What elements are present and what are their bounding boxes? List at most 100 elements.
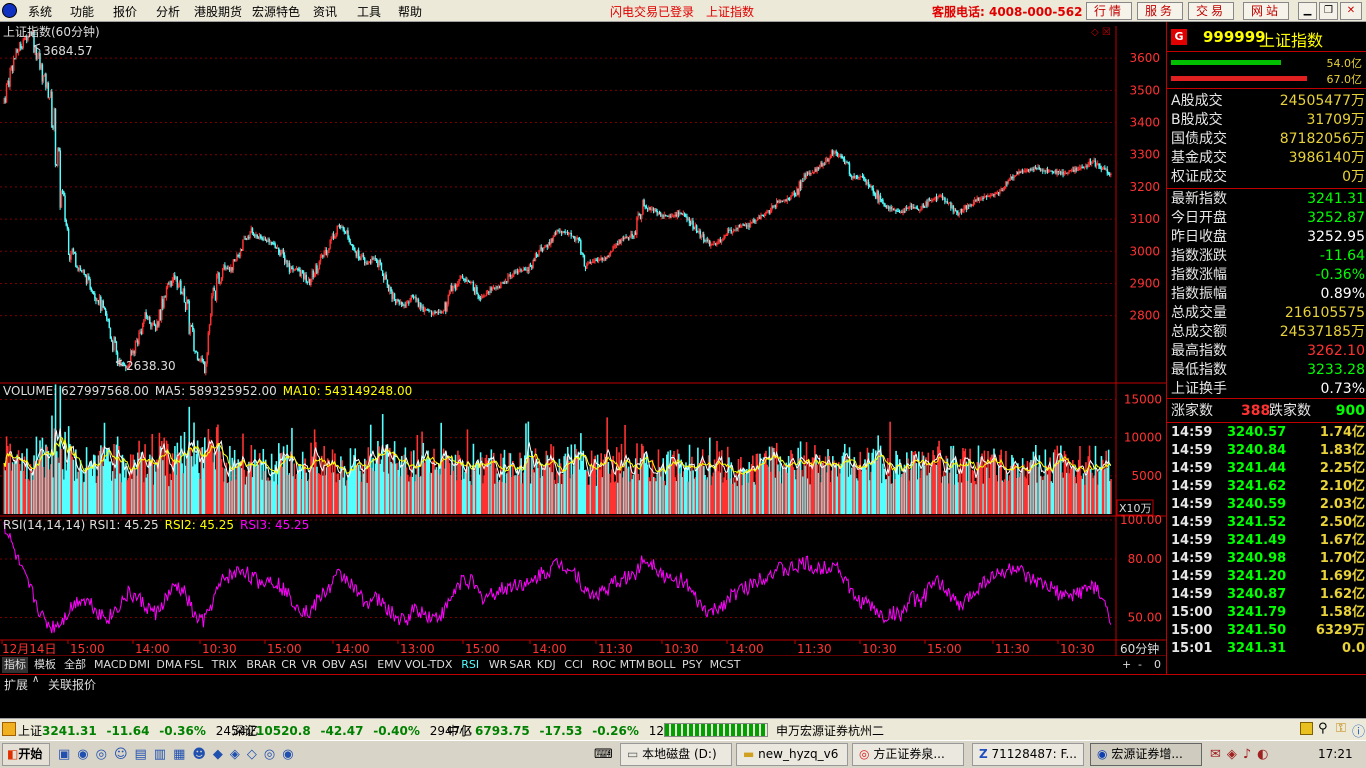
- indicator-tab-vr[interactable]: VR: [300, 657, 319, 673]
- tick-row[interactable]: 15:00 3241.50 6329万: [1171, 622, 1365, 640]
- task-local-disk[interactable]: ▭ 本地磁盘 (D:): [620, 743, 732, 766]
- task-fangzheng[interactable]: ◎ 方正证券泉...: [852, 743, 964, 766]
- tick-volume: 1.70亿: [1319, 551, 1365, 566]
- indicator-tab-psy[interactable]: PSY: [680, 657, 704, 673]
- tick-price: 3240.98: [1227, 551, 1287, 566]
- chart-option-icon[interactable]: ◇ ☒: [1091, 27, 1111, 38]
- indicator-tab-cr[interactable]: CR: [279, 657, 298, 673]
- chart-area[interactable]: 3600 3500 3400 3300 3200 3100 3000 2900 2800 1500…: [0, 22, 1166, 674]
- indicator-tab-boll[interactable]: BOLL: [645, 657, 677, 673]
- indicator-tab-brar[interactable]: BRAR: [244, 657, 278, 673]
- tick-row[interactable]: 14:59 3241.44 2.25亿: [1171, 460, 1365, 478]
- indicator-tab-mtm[interactable]: MTM: [618, 657, 648, 673]
- candle-body: [959, 208, 962, 213]
- menu-news[interactable]: 资讯: [313, 3, 337, 20]
- tray-icons[interactable]: ✉◈♪◐: [1210, 747, 1275, 762]
- tick-row[interactable]: 14:59 3241.49 1.67亿: [1171, 532, 1365, 550]
- zoom-in-icon[interactable]: +: [1122, 658, 1131, 671]
- tick-row[interactable]: 14:59 3240.87 1.62亿: [1171, 586, 1365, 604]
- tick-row[interactable]: 15:00 3241.79 1.58亿: [1171, 604, 1365, 622]
- info-icon[interactable]: ⓘ: [1352, 721, 1365, 740]
- quick-launch-icons[interactable]: ▣◉◎☺▤▥▦☻◆◈◇◎◉: [58, 747, 301, 762]
- candle-body: [362, 255, 365, 258]
- network-icon[interactable]: ⚲: [1318, 721, 1328, 736]
- menu-quote[interactable]: 报价: [113, 3, 137, 20]
- nav-service-button[interactable]: 服务: [1137, 2, 1183, 20]
- indicator-tab-obv[interactable]: OBV: [320, 657, 347, 673]
- indicator-tab-fsl[interactable]: FSL: [182, 657, 205, 673]
- tick-row[interactable]: 14:59 3240.98 1.70亿: [1171, 550, 1365, 568]
- indicator-tab-全部[interactable]: 全部: [62, 657, 88, 673]
- indicator-tab-mcst[interactable]: MCST: [708, 657, 743, 673]
- indicator-tab-asi[interactable]: ASI: [348, 657, 370, 673]
- indicator-tab-vol-tdx[interactable]: VOL-TDX: [403, 657, 455, 673]
- index-ticker-sz[interactable]: 深证10520.8 -42.47 -0.40% 2947亿: [232, 722, 472, 739]
- task-folder[interactable]: ▬ new_hyzq_v6: [736, 743, 848, 766]
- indicator-tab-dma[interactable]: DMA: [154, 657, 184, 673]
- menu-tools[interactable]: 工具: [357, 3, 381, 20]
- task-ftp[interactable]: Z 71128487: F...: [972, 743, 1084, 766]
- candle-body: [107, 318, 109, 320]
- candle-body: [136, 340, 138, 342]
- tick-row[interactable]: 14:59 3240.84 1.83亿: [1171, 442, 1365, 460]
- indicator-tab-wr[interactable]: WR: [487, 657, 510, 673]
- minimize-icon[interactable]: ▁: [1298, 2, 1317, 20]
- candle-body: [980, 199, 982, 201]
- tick-row[interactable]: 14:59 3241.62 2.10亿: [1171, 478, 1365, 496]
- indicator-tab-指标[interactable]: 指标: [2, 657, 28, 673]
- related-quote-tab[interactable]: 关联报价: [48, 676, 96, 693]
- task-hongyuan[interactable]: ◉ 宏源证券增...: [1090, 743, 1202, 766]
- period-label[interactable]: 60分钟: [1120, 641, 1159, 656]
- tick-row[interactable]: 15:01 3241.31 0.0: [1171, 640, 1365, 658]
- indicator-tab-模板[interactable]: 模板: [32, 657, 58, 673]
- close-icon[interactable]: ✕: [1340, 2, 1362, 20]
- indicator-tab-trix[interactable]: TRIX: [210, 657, 239, 673]
- menu-help[interactable]: 帮助: [398, 3, 422, 20]
- tick-row[interactable]: 14:59 3240.57 1.74亿: [1171, 424, 1365, 442]
- zoom-reset-icon[interactable]: 0: [1154, 658, 1161, 671]
- indicator-tab-sar[interactable]: SAR: [507, 657, 533, 673]
- restore-icon[interactable]: ❐: [1319, 2, 1338, 20]
- zoom-out-icon[interactable]: -: [1138, 658, 1142, 671]
- indicator-tab-roc[interactable]: ROC: [590, 657, 618, 673]
- tick-row[interactable]: 14:59 3241.20 1.69亿: [1171, 568, 1365, 586]
- tick-row[interactable]: 14:59 3241.52 2.50亿: [1171, 514, 1365, 532]
- candle-body: [521, 270, 524, 272]
- candle-body: [870, 186, 872, 188]
- tick-time: 15:00: [1171, 605, 1213, 620]
- candle-body: [1026, 169, 1029, 171]
- start-button[interactable]: ◧开始: [2, 743, 50, 766]
- indicator-tab-emv[interactable]: EMV: [375, 657, 403, 673]
- tick-row[interactable]: 14:59 3240.59 2.03亿: [1171, 496, 1365, 514]
- indicator-tab-dmi[interactable]: DMI: [127, 657, 152, 673]
- menu-analysis[interactable]: 分析: [156, 3, 180, 20]
- expand-arrow-icon[interactable]: ∧: [32, 674, 39, 685]
- tick-volume: 1.58亿: [1319, 605, 1365, 620]
- candle-body: [926, 201, 928, 206]
- lock-icon[interactable]: ⚿: [1336, 721, 1346, 736]
- chart-svg[interactable]: 3600 3500 3400 3300 3200 3100 3000 2900 2800 1500…: [0, 22, 1166, 674]
- app-logo-icon[interactable]: [2, 3, 17, 18]
- keyboard-icon[interactable]: ⌨: [594, 747, 613, 762]
- indicator-tab-macd[interactable]: MACD: [92, 657, 129, 673]
- indicator-tab-cci[interactable]: CCI: [562, 657, 585, 673]
- candle-body: [353, 247, 355, 251]
- notice-icon[interactable]: [1300, 722, 1313, 735]
- menu-function[interactable]: 功能: [70, 3, 94, 20]
- candle-body: [715, 243, 717, 245]
- nav-trade-button[interactable]: 交易: [1188, 2, 1234, 20]
- menu-hongyuan[interactable]: 宏源特色: [252, 3, 300, 20]
- menu-system[interactable]: 系统: [28, 3, 52, 20]
- index-ticker-sme[interactable]: 中小6793.75 -17.53 -0.26% 1273亿: [447, 722, 691, 739]
- time-tick-label: 11:30: [995, 642, 1030, 656]
- candle-body: [485, 293, 488, 296]
- ticker-icon[interactable]: [2, 722, 16, 736]
- index-ticker-sh[interactable]: 上证3241.31 -11.64 -0.36% 2454亿: [18, 722, 258, 739]
- indicator-tab-kdj[interactable]: KDJ: [535, 657, 558, 673]
- expand-tab[interactable]: 扩展: [4, 676, 28, 693]
- nav-website-button[interactable]: 网站: [1243, 2, 1289, 20]
- nav-market-button[interactable]: 行情: [1086, 2, 1132, 20]
- candle-body: [193, 329, 195, 352]
- menu-hk-futures[interactable]: 港股期货: [194, 3, 242, 20]
- indicator-tab-rsi[interactable]: RSI: [459, 657, 481, 673]
